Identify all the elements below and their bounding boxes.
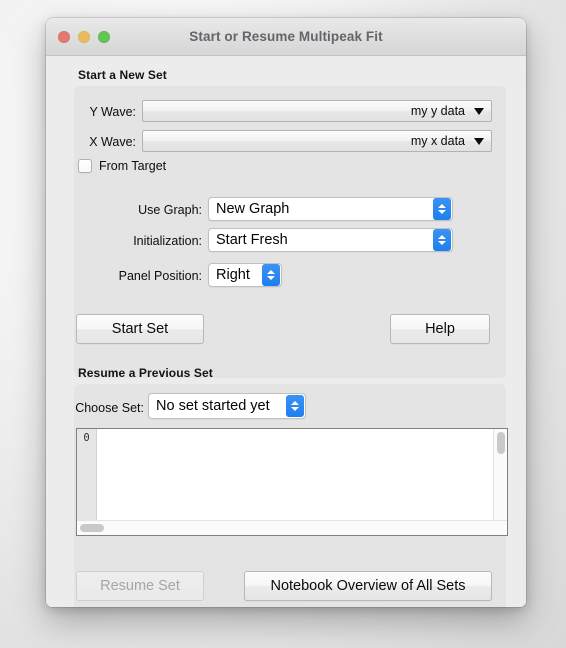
close-button[interactable]	[58, 30, 70, 43]
from-target-checkbox[interactable]: From Target	[78, 159, 166, 173]
notebook-horizontal-scrollbar[interactable]	[77, 520, 507, 535]
minimize-button[interactable]	[78, 30, 90, 43]
choose-set-label: Choose Set:	[75, 401, 144, 415]
x-wave-field[interactable]: my x data	[142, 130, 492, 152]
notebook-vertical-scrollbar[interactable]	[493, 429, 507, 520]
triangle-down-icon	[474, 137, 484, 145]
y-wave-label: Y Wave:	[89, 105, 136, 119]
resume-set-heading: Resume a Previous Set	[78, 366, 213, 380]
notebook-gutter: 0	[77, 429, 97, 520]
y-wave-value: my y data	[410, 104, 465, 118]
choose-set-select[interactable]: No set started yet	[148, 393, 306, 419]
dialog-content: Start a New Set Y Wave: my y data X Wave…	[46, 56, 526, 607]
title-bar[interactable]: Start or Resume Multipeak Fit	[46, 18, 526, 56]
panel-position-value: Right	[216, 267, 250, 283]
panel-position-label: Panel Position:	[118, 269, 202, 283]
zoom-button[interactable]	[98, 30, 110, 43]
scrollbar-thumb[interactable]	[497, 432, 505, 454]
chevron-updown-icon	[433, 198, 451, 220]
panel-position-select[interactable]: Right	[208, 263, 282, 287]
dialog-window: Start or Resume Multipeak Fit Start a Ne…	[46, 18, 526, 607]
initialization-label: Initialization:	[133, 234, 202, 248]
from-target-label: From Target	[99, 159, 167, 173]
initialization-value: Start Fresh	[216, 232, 288, 248]
use-graph-select[interactable]: New Graph	[208, 197, 453, 221]
window-title: Start or Resume Multipeak Fit	[189, 29, 383, 44]
gutter-line-number: 0	[83, 432, 90, 444]
notebook-body[interactable]: 0	[77, 429, 507, 520]
chevron-updown-icon	[286, 395, 304, 417]
scrollbar-thumb[interactable]	[80, 524, 104, 532]
resume-set-button[interactable]: Resume Set	[76, 571, 204, 601]
new-set-heading: Start a New Set	[78, 68, 167, 82]
checkbox-box	[78, 159, 92, 173]
chevron-updown-icon	[433, 229, 451, 251]
choose-set-value: No set started yet	[156, 398, 270, 414]
help-button[interactable]: Help	[390, 314, 490, 344]
start-set-button[interactable]: Start Set	[76, 314, 204, 344]
notebook-overview-button[interactable]: Notebook Overview of All Sets	[244, 571, 492, 601]
triangle-down-icon	[474, 107, 484, 115]
x-wave-label: X Wave:	[89, 135, 136, 149]
sets-notebook[interactable]: 0	[76, 428, 508, 536]
window-controls	[58, 30, 110, 43]
use-graph-label: Use Graph:	[138, 203, 202, 217]
initialization-select[interactable]: Start Fresh	[208, 228, 453, 252]
y-wave-field[interactable]: my y data	[142, 100, 492, 122]
use-graph-value: New Graph	[216, 201, 290, 217]
chevron-updown-icon	[262, 264, 280, 286]
x-wave-value: my x data	[410, 134, 465, 148]
